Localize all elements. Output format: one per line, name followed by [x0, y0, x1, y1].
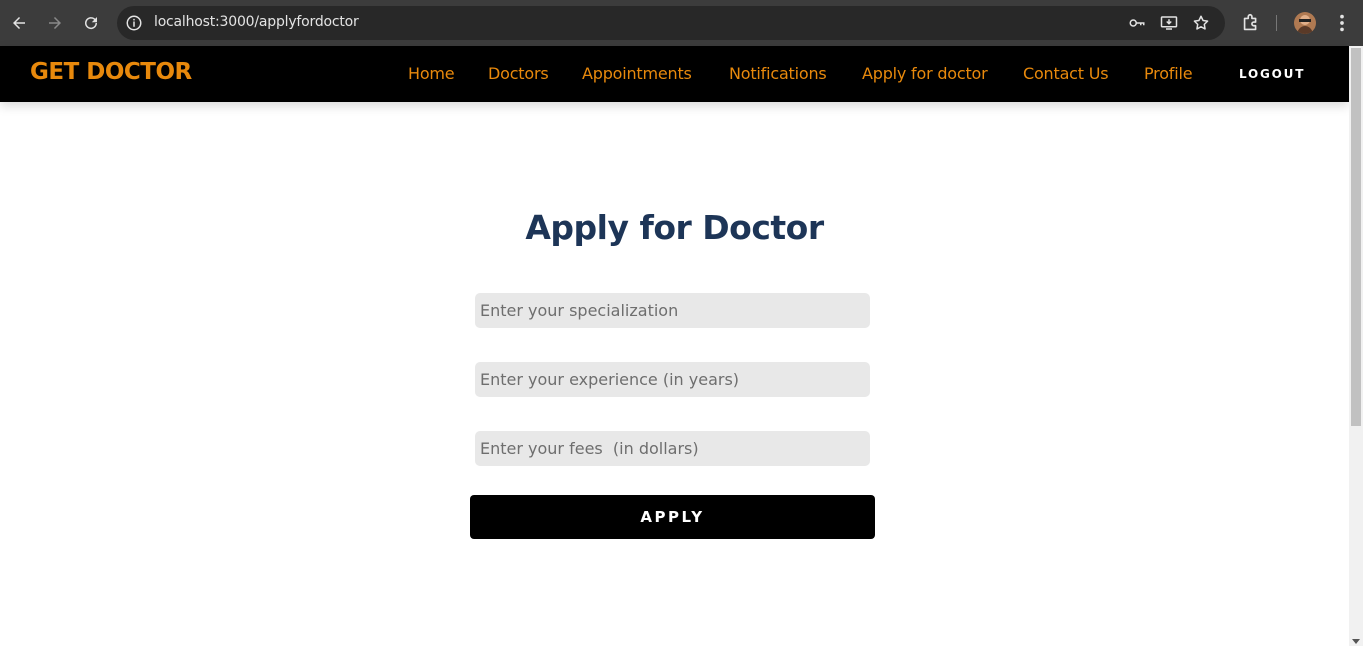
scroll-down-arrow-icon[interactable] — [1352, 639, 1360, 644]
specialization-input[interactable] — [475, 293, 870, 328]
nav-link-doctors[interactable]: Doctors — [488, 64, 549, 83]
address-bar[interactable]: localhost:3000/applyfordoctor — [117, 6, 1225, 40]
main-navbar: GET DOCTOR Home Doctors Appointments Not… — [0, 46, 1349, 102]
password-key-icon[interactable] — [1128, 14, 1146, 32]
install-app-icon[interactable] — [1160, 14, 1178, 32]
bookmark-star-icon[interactable] — [1192, 14, 1210, 32]
nav-link-profile[interactable]: Profile — [1144, 64, 1193, 83]
reload-icon[interactable] — [79, 11, 103, 35]
site-info-icon[interactable] — [125, 14, 143, 32]
apply-button[interactable]: APPLY — [470, 495, 875, 539]
fees-input[interactable] — [475, 431, 870, 466]
nav-link-apply-for-doctor[interactable]: Apply for doctor — [862, 64, 988, 83]
brand-logo[interactable]: GET DOCTOR — [30, 59, 192, 85]
scrollbar-thumb[interactable] — [1351, 48, 1361, 426]
extensions-puzzle-icon[interactable] — [1240, 12, 1262, 34]
url-text[interactable]: localhost:3000/applyfordoctor — [154, 14, 359, 30]
forward-arrow-icon[interactable] — [43, 11, 67, 35]
nav-link-home[interactable]: Home — [408, 64, 455, 83]
toolbar-divider — [1276, 15, 1277, 31]
nav-link-notifications[interactable]: Notifications — [729, 64, 827, 83]
nav-link-contact-us[interactable]: Contact Us — [1023, 64, 1109, 83]
logout-button[interactable]: LOGOUT — [1239, 67, 1305, 81]
browser-toolbar: localhost:3000/applyfordoctor — [0, 0, 1363, 46]
kebab-menu-icon[interactable] — [1331, 12, 1353, 34]
profile-avatar[interactable] — [1294, 12, 1316, 34]
page-scrollbar[interactable] — [1349, 46, 1363, 646]
experience-input[interactable] — [475, 362, 870, 397]
page-title: Apply for Doctor — [525, 208, 824, 247]
back-arrow-icon[interactable] — [7, 11, 31, 35]
nav-link-appointments[interactable]: Appointments — [582, 64, 692, 83]
